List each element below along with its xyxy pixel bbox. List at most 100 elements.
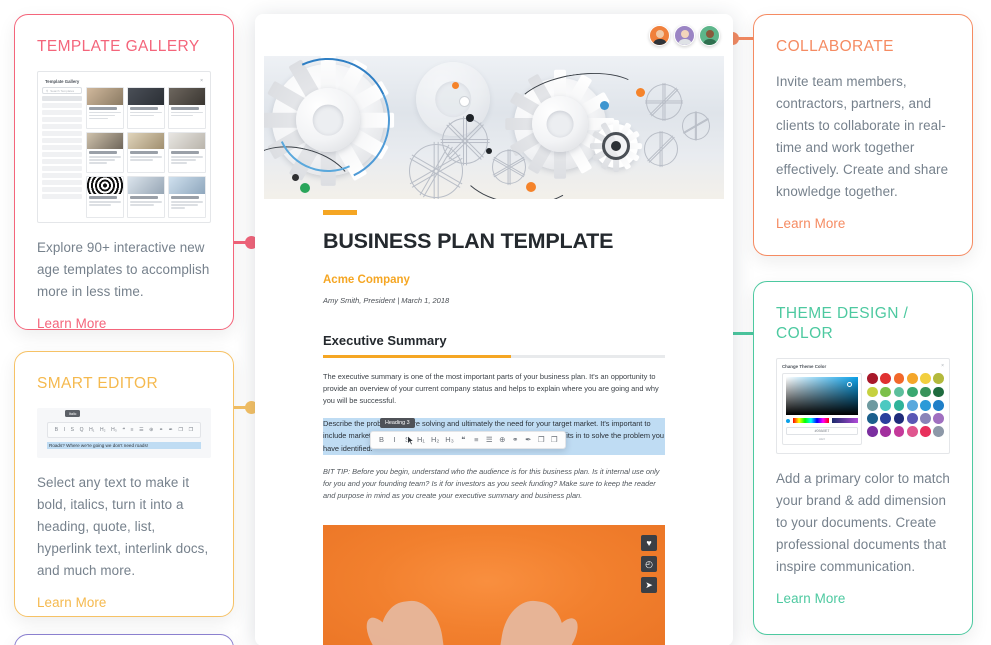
template-card[interactable] <box>168 87 206 129</box>
learn-more-link-collaborate[interactable]: Learn More <box>776 216 845 231</box>
color-swatch[interactable] <box>906 426 918 438</box>
copy-icon[interactable]: ❐ <box>179 427 183 433</box>
color-swatch[interactable] <box>893 373 905 385</box>
template-card[interactable] <box>127 176 165 219</box>
template-card[interactable] <box>168 176 206 219</box>
card-smart-editor[interactable]: SMART EDITOR Italic B I S Q H₁ H₂ H₃ ❝ ≡… <box>14 351 234 617</box>
color-swatch[interactable] <box>880 399 891 411</box>
template-card[interactable] <box>86 87 124 129</box>
heart-icon[interactable]: ♥ <box>641 535 657 551</box>
color-swatch[interactable] <box>880 413 891 424</box>
document-preview[interactable]: BUSINESS PLAN TEMPLATE Acme Company Amy … <box>255 14 733 645</box>
image-action-toolbar[interactable]: ♥ ◴ ➤ <box>641 535 657 593</box>
link-icon[interactable]: ⚭ <box>512 436 519 444</box>
template-card[interactable] <box>86 176 124 219</box>
list-item[interactable] <box>42 144 82 151</box>
list-item[interactable] <box>42 130 82 137</box>
hex-input[interactable]: #09A0E7 <box>786 427 858 436</box>
learn-more-link-theme-design-color[interactable]: Learn More <box>776 591 845 606</box>
quote-icon[interactable]: Q <box>80 427 84 433</box>
color-picker[interactable]: #09A0E7 HEX <box>782 373 862 445</box>
list-item[interactable] <box>42 186 82 193</box>
color-swatch[interactable] <box>920 413 931 424</box>
close-icon[interactable]: × <box>200 78 203 84</box>
blockquote-icon[interactable]: ❝ <box>122 427 125 433</box>
color-swatch[interactable] <box>880 426 891 438</box>
template-card[interactable] <box>127 87 165 129</box>
bold-icon[interactable]: B <box>55 427 58 433</box>
bullet-list-icon[interactable]: ≡ <box>473 436 480 444</box>
alpha-slider[interactable] <box>832 418 858 424</box>
avatar[interactable] <box>674 25 695 46</box>
strikethrough-icon[interactable]: S <box>71 427 74 433</box>
list-item[interactable] <box>42 123 82 130</box>
card-collaborate[interactable]: COLLABORATE Invite team members, contrac… <box>753 14 973 256</box>
heading2-icon[interactable]: H₂ <box>100 427 106 433</box>
card-next-feature-partial[interactable] <box>14 634 234 645</box>
bullet-list-icon[interactable]: ≡ <box>131 427 134 433</box>
blockquote-icon[interactable]: ❝ <box>460 436 467 444</box>
color-swatch[interactable] <box>933 399 944 411</box>
picker-handle[interactable] <box>847 382 852 388</box>
color-swatch[interactable] <box>933 386 944 398</box>
comment-icon[interactable]: ❐ <box>551 436 558 444</box>
avatar[interactable] <box>649 25 670 46</box>
heading3-icon[interactable]: H₃ <box>111 427 117 433</box>
color-swatch[interactable] <box>880 386 891 398</box>
color-swatch[interactable] <box>906 399 918 411</box>
comment-icon[interactable]: ❐ <box>189 427 193 433</box>
link-icon[interactable]: ⚭ <box>159 427 163 433</box>
template-card[interactable] <box>86 131 124 174</box>
send-icon[interactable]: ➤ <box>641 577 657 593</box>
saturation-field[interactable] <box>786 377 858 416</box>
list-item[interactable] <box>42 116 82 123</box>
document-embedded-image[interactable]: ♥ ◴ ➤ <box>323 525 665 645</box>
color-swatch[interactable] <box>893 426 905 438</box>
close-icon[interactable]: × <box>941 363 944 369</box>
color-swatch[interactable] <box>920 386 931 398</box>
list-item[interactable] <box>42 137 82 144</box>
list-item[interactable] <box>42 158 82 165</box>
color-swatch[interactable] <box>920 426 931 438</box>
search-input[interactable]: ⚲ Search Templates <box>42 87 82 95</box>
color-swatch[interactable] <box>933 426 944 438</box>
floating-editor-toolbar[interactable]: B I S H₁ H₂ H₃ ❝ ≡ ☰ ⊕ ⚭ ✒ ❐ ❐ <box>370 431 566 449</box>
color-swatch[interactable] <box>867 399 878 411</box>
heading1-icon[interactable]: H₁ <box>89 427 94 433</box>
numbered-list-icon[interactable]: ☰ <box>139 427 143 433</box>
color-swatch[interactable] <box>880 373 891 385</box>
template-card[interactable] <box>168 131 206 174</box>
collaborator-avatars[interactable] <box>649 25 720 46</box>
color-swatch[interactable] <box>920 373 931 385</box>
learn-more-link-smart-editor[interactable]: Learn More <box>37 595 106 610</box>
color-swatch[interactable] <box>920 399 931 411</box>
list-item[interactable] <box>42 165 82 172</box>
learn-more-link-template-gallery[interactable]: Learn More <box>37 316 106 331</box>
list-item[interactable] <box>42 109 82 116</box>
bold-icon[interactable]: B <box>378 436 385 444</box>
heading3-icon[interactable]: H₃ <box>445 436 453 444</box>
highlight-icon[interactable]: ✒ <box>525 436 532 444</box>
list-item[interactable] <box>42 172 82 179</box>
color-swatch[interactable] <box>867 373 878 385</box>
italic-icon[interactable]: I <box>391 436 398 444</box>
template-gallery-category-list[interactable]: ⚲ Search Templates <box>42 87 82 218</box>
color-swatch[interactable] <box>867 413 878 424</box>
color-swatch[interactable] <box>893 413 905 424</box>
color-swatch[interactable] <box>906 413 918 424</box>
color-swatch[interactable] <box>933 373 944 385</box>
avatar[interactable] <box>699 25 720 46</box>
color-swatch-grid[interactable] <box>867 373 944 445</box>
hue-row[interactable] <box>786 418 858 424</box>
template-card[interactable] <box>127 131 165 174</box>
list-item[interactable] <box>42 193 82 200</box>
list-item[interactable] <box>42 102 82 109</box>
list-item[interactable] <box>42 151 82 158</box>
color-swatch[interactable] <box>933 413 944 424</box>
card-template-gallery[interactable]: TEMPLATE GALLERY Template Gallery × ⚲ Se… <box>14 14 234 331</box>
color-swatch[interactable] <box>867 386 878 398</box>
color-swatch[interactable] <box>906 386 918 398</box>
card-theme-design-color[interactable]: THEME DESIGN / COLOR Change Theme Color … <box>753 281 973 635</box>
hue-slider[interactable] <box>793 418 830 424</box>
color-swatch[interactable] <box>906 373 918 385</box>
